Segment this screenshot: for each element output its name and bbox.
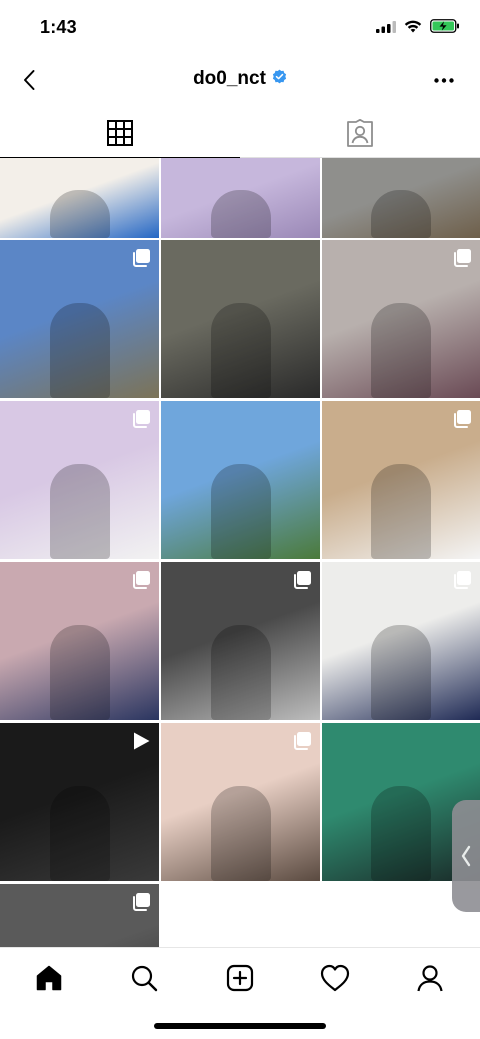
verified-badge-icon [272,69,287,89]
post-thumbnail[interactable] [0,240,159,398]
search-icon [131,965,158,992]
post-thumbnail[interactable] [161,723,320,881]
cellular-signal-icon [376,20,396,38]
status-time: 1:43 [40,17,77,37]
grid-icon [107,120,133,146]
status-icons [376,19,460,38]
search-tab[interactable] [124,958,164,998]
post-thumbnail[interactable] [322,401,480,559]
profile-tab[interactable] [410,958,450,998]
tab-tagged[interactable] [240,108,480,158]
photo-subject [371,464,431,559]
profile-icon [417,965,443,992]
carousel-icon [454,410,471,428]
photo-subject [210,464,271,559]
post-thumbnail[interactable] [322,562,480,720]
post-thumbnail[interactable] [161,240,320,398]
carousel-icon [133,571,150,589]
photo-subject [371,786,431,881]
title-group: do0_nct [0,68,480,90]
heart-icon [320,964,350,992]
post-thumbnail[interactable] [0,723,159,881]
more-horizontal-icon [434,77,454,83]
chevron-left-icon [461,845,471,867]
carousel-icon [133,893,150,911]
new-post-tab[interactable] [220,958,260,998]
photo-subject [49,464,110,559]
wifi-icon [404,20,422,38]
add-post-icon [226,964,254,992]
carousel-icon [294,571,311,589]
carousel-icon [454,249,471,267]
post-thumbnail[interactable] [161,562,320,720]
home-icon [36,965,62,991]
photo-subject [49,625,110,720]
post-thumbnail[interactable] [161,401,320,559]
more-options-button[interactable] [432,70,456,90]
status-bar: 1:43 [0,0,480,56]
home-tab[interactable] [29,958,69,998]
photo-subject [210,625,271,720]
photo-subject [371,190,431,238]
battery-charging-icon [430,19,460,38]
photo-subject [371,303,431,398]
tagged-person-icon [347,119,373,147]
tab-posts-grid[interactable] [0,108,240,158]
side-panel-handle[interactable] [452,800,480,912]
carousel-icon [454,571,471,589]
photo-subject [49,786,110,881]
photo-subject [49,303,110,398]
post-thumbnail[interactable] [0,562,159,720]
post-thumbnail[interactable] [322,240,480,398]
post-thumbnail[interactable] [0,401,159,559]
home-indicator [154,1023,326,1029]
profile-username: do0_nct [193,68,266,89]
post-thumbnail[interactable] [0,158,159,238]
posts-grid [0,158,480,947]
carousel-icon [294,732,311,750]
post-thumbnail[interactable] [322,158,480,238]
profile-tabs [0,108,480,158]
photo-subject [371,625,431,720]
carousel-icon [133,410,150,428]
bottom-tab-bar [0,947,480,1039]
profile-header: do0_nct [0,56,480,106]
photo-subject [49,190,110,238]
post-thumbnail[interactable] [0,884,159,947]
photo-subject [210,786,271,881]
photo-subject [210,190,271,238]
video-play-icon [134,732,150,750]
photo-subject [210,303,271,398]
activity-tab[interactable] [315,958,355,998]
carousel-icon [133,249,150,267]
post-thumbnail[interactable] [161,158,320,238]
